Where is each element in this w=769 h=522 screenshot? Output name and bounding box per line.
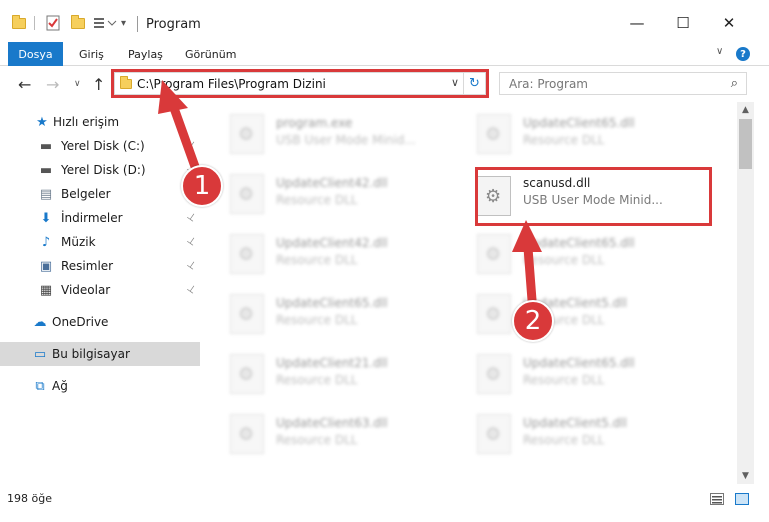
arrow-1 [158,80,203,180]
step-marker-2: 2 [512,300,554,342]
step-marker-1: 1 [181,165,223,207]
annotation-arrows [158,80,542,305]
arrow-2 [512,220,542,305]
